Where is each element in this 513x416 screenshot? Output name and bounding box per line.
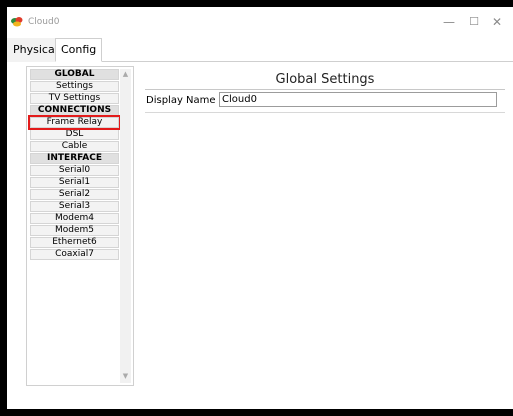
display-name-label: Display Name <box>146 95 216 106</box>
window-title: Cloud0 <box>28 17 60 27</box>
nav-item-frame-relay[interactable]: Frame Relay <box>28 115 121 130</box>
nav-item-dsl[interactable]: DSL <box>30 129 119 140</box>
nav-item-serial1[interactable]: Serial1 <box>30 177 119 188</box>
nav-item-coaxial7[interactable]: Coaxial7 <box>30 249 119 260</box>
section-divider <box>145 89 505 90</box>
nav-item-tv-settings[interactable]: TV Settings <box>30 93 119 104</box>
nav-item-cable[interactable]: Cable <box>30 141 119 152</box>
nav-item-ethernet6[interactable]: Ethernet6 <box>30 237 119 248</box>
field-divider <box>145 112 505 113</box>
settings-navigation-panel: GLOBAL Settings TV Settings CONNECTIONS Fram… <box>26 66 134 386</box>
nav-item-serial2[interactable]: Serial2 <box>30 189 119 200</box>
nav-section-interface: INTERFACE <box>30 153 119 164</box>
scroll-up-icon[interactable]: ▲ <box>120 70 131 80</box>
nav-section-connections: CONNECTIONS <box>30 105 119 116</box>
device-window: Cloud0 — ☐ ✕ Physical Config GLOBAL Setti… <box>7 7 513 409</box>
nav-section-global: GLOBAL <box>30 69 119 80</box>
display-name-input[interactable] <box>219 92 497 107</box>
cloud-app-icon <box>11 17 23 27</box>
section-title: Global Settings <box>275 72 375 87</box>
scroll-down-icon[interactable]: ▼ <box>120 372 131 382</box>
nav-item-serial3[interactable]: Serial3 <box>30 201 119 212</box>
nav-item-serial0[interactable]: Serial0 <box>30 165 119 176</box>
settings-nav-list: GLOBAL Settings TV Settings CONNECTIONS Fram… <box>28 69 121 261</box>
nav-item-settings[interactable]: Settings <box>30 81 119 92</box>
nav-scrollbar[interactable]: ▲ ▼ <box>120 69 131 383</box>
close-button[interactable]: ✕ <box>483 13 511 31</box>
title-bar: Cloud0 — ☐ ✕ <box>7 7 513 37</box>
tab-bar: Physical Config <box>7 37 513 62</box>
tab-config[interactable]: Config <box>55 38 103 62</box>
minimize-button[interactable]: — <box>435 13 463 31</box>
nav-item-modem5[interactable]: Modem5 <box>30 225 119 236</box>
nav-item-modem4[interactable]: Modem4 <box>30 213 119 224</box>
